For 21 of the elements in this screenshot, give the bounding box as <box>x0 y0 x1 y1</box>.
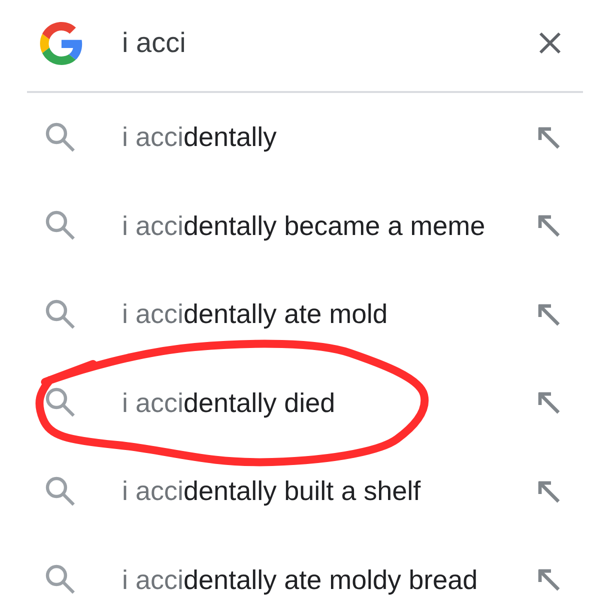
close-icon[interactable] <box>539 32 561 54</box>
search-icon <box>45 387 75 418</box>
search-icon <box>45 210 75 242</box>
arrow-up-left-icon[interactable] <box>537 214 560 238</box>
search-icon <box>45 122 75 153</box>
search-query[interactable]: i acci <box>122 26 186 60</box>
suggestion-text[interactable]: i accidentally ate moldy bread <box>122 562 478 597</box>
suggestion-text[interactable]: i accidentally died <box>122 386 336 420</box>
arrow-up-left-icon[interactable] <box>537 302 560 326</box>
suggestion-text[interactable]: i accidentally became a meme <box>122 208 486 243</box>
arrow-up-left-icon[interactable] <box>537 568 560 592</box>
search-icon <box>45 298 75 330</box>
arrow-up-left-icon[interactable] <box>537 126 560 149</box>
search-icon <box>45 564 75 596</box>
suggestion-text[interactable]: i accidentally ate mold <box>122 297 388 332</box>
g-logo-icon <box>40 22 83 64</box>
suggestion-text[interactable]: i accidentally <box>122 120 277 154</box>
search-icon <box>45 476 75 507</box>
suggestion-text[interactable]: i accidentally built a shelf <box>122 474 421 508</box>
arrow-up-left-icon[interactable] <box>537 480 560 503</box>
arrow-up-left-icon[interactable] <box>537 391 560 414</box>
